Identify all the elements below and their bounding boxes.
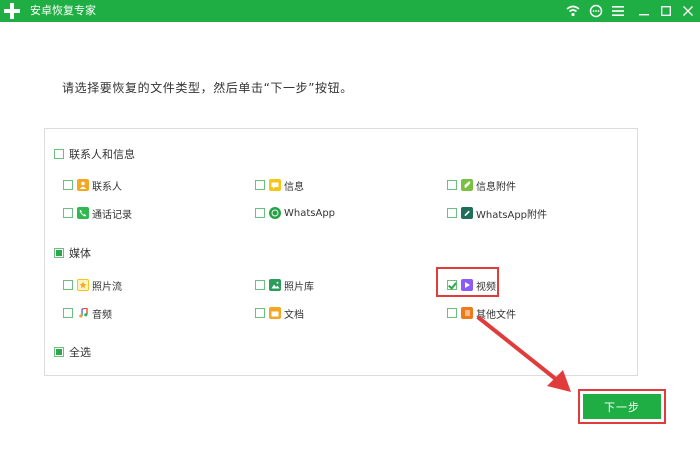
annotation-arrow-icon bbox=[477, 316, 571, 392]
next-button[interactable]: 下一步 bbox=[583, 394, 661, 419]
